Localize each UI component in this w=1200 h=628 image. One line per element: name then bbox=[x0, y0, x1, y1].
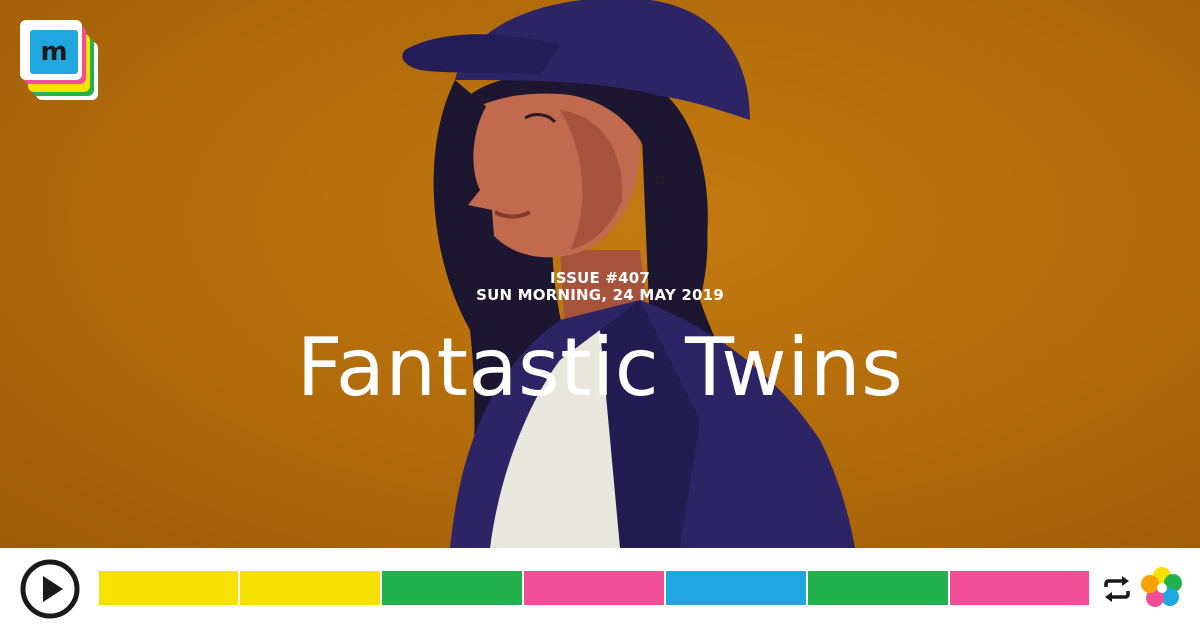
flower-logo-icon bbox=[1141, 567, 1182, 607]
track-segment-6[interactable] bbox=[808, 571, 948, 605]
issue-date: SUN MORNING, 24 MAY 2019 bbox=[476, 286, 724, 304]
track-segment-4[interactable] bbox=[524, 571, 664, 605]
player-bar bbox=[0, 548, 1200, 628]
issue-meta: ISSUE #407 SUN MORNING, 24 MAY 2019 bbox=[0, 270, 1200, 304]
track-segment-5[interactable] bbox=[666, 571, 806, 605]
issue-number: ISSUE #407 bbox=[549, 269, 651, 287]
brand-logo: m bbox=[20, 20, 98, 100]
cover-artwork: m ISSUE #407 SUN MORNING, 24 MAY 2019 Fa… bbox=[0, 0, 1200, 548]
track-segment-1[interactable] bbox=[99, 571, 238, 605]
repeat-icon[interactable] bbox=[1100, 574, 1134, 604]
progress-track[interactable] bbox=[99, 571, 1089, 605]
logo-letter: m bbox=[40, 37, 67, 67]
episode-title: Fantastic Twins bbox=[296, 321, 904, 414]
play-icon[interactable] bbox=[19, 558, 81, 620]
track-segment-7[interactable] bbox=[950, 571, 1089, 605]
track-segment-3[interactable] bbox=[382, 571, 522, 605]
track-segment-2[interactable] bbox=[240, 571, 380, 605]
